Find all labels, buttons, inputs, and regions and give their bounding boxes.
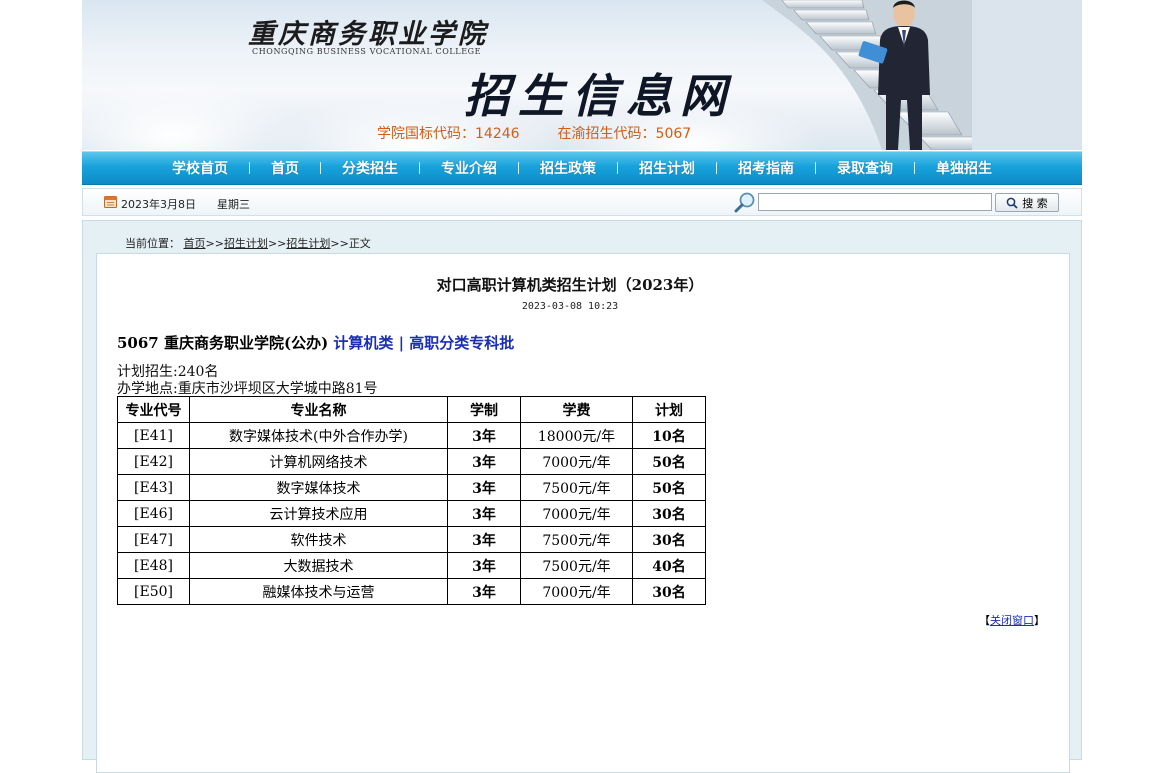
national-code: 学院国标代码：14246: [377, 126, 520, 142]
nav-item-plan[interactable]: 招生计划: [618, 158, 716, 178]
calendar-icon: [104, 196, 117, 208]
search-input[interactable]: [758, 193, 992, 211]
table-header-row: 专业代号 专业名称 学制 学费 计划: [117, 396, 706, 423]
quota-cell: 40名: [632, 552, 706, 579]
column-header: 计划: [632, 396, 706, 423]
duration-cell: 3年: [447, 500, 521, 527]
duration-cell: 3年: [447, 578, 521, 605]
nav-item-independent-admission[interactable]: 单独招生: [915, 158, 1013, 178]
search-button[interactable]: 搜 索: [995, 193, 1059, 212]
nav-item-home[interactable]: 首页: [250, 158, 320, 178]
table-row: [E48] 大数据技术 3年 7500元/年 40名: [117, 552, 706, 579]
breadcrumb-prefix: 当前位置：: [125, 237, 180, 250]
college-codes: 学院国标代码：14246 在渝招生代码：5067: [377, 123, 729, 143]
current-date: 2023年3月8日: [121, 198, 196, 211]
majors-table: 专业代号 专业名称 学制 学费 计划 [E41] 数字媒体技术(中外合作办学) 3年…: [117, 396, 706, 605]
breadcrumb-current: 正文: [348, 237, 371, 250]
bracket-right: 】: [1034, 614, 1045, 627]
major-name-cell: 计算机网络技术: [189, 448, 448, 475]
close-window-link-wrapper: 【关闭窗口】: [979, 612, 1045, 628]
major-name-cell: 大数据技术: [189, 552, 448, 579]
quota-cell: 30名: [632, 500, 706, 527]
campus-address: 办学地点:重庆市沙坪坝区大学城中路81号: [117, 381, 378, 397]
table-row: [E50] 融媒体技术与运营 3年 7000元/年 30名: [117, 578, 706, 605]
search-button-label: 搜 索: [1022, 196, 1048, 210]
current-weekday: 星期三: [217, 198, 250, 211]
major-code-cell: [E48]: [117, 552, 190, 579]
college-name: 重庆商务职业学院: [248, 19, 488, 50]
page-wrapper: 重庆商务职业学院 CHONGQING BUSINESS VOCATIONAL C…: [82, 0, 1082, 773]
tuition-cell: 7500元/年: [520, 526, 633, 553]
date-search-bar: 2023年3月8日 星期三 搜 索: [82, 188, 1082, 216]
tuition-cell: 7000元/年: [520, 448, 633, 475]
nav-item-policy[interactable]: 招生政策: [519, 158, 617, 178]
breadcrumb-separator: >>: [330, 237, 349, 250]
quota-cell: 10名: [632, 422, 706, 449]
major-name-cell: 云计算技术应用: [189, 500, 448, 527]
tuition-cell: 18000元/年: [520, 422, 633, 449]
content-area: 当前位置： 首页>>招生计划>>招生计划>>正文 对口高职计算机类招生计划（20…: [82, 220, 1082, 773]
major-code-cell: [E43]: [117, 474, 190, 501]
article-datetime: 2023-03-08 10:23: [521, 301, 619, 312]
nav-item-guide[interactable]: 招考指南: [717, 158, 815, 178]
duration-cell: 3年: [447, 422, 521, 449]
duration-cell: 3年: [447, 474, 521, 501]
businessman-illustration: [858, 0, 930, 150]
table-row: [E47] 软件技术 3年 7500元/年 30名: [117, 526, 706, 553]
column-header: 专业名称: [189, 396, 448, 423]
tuition-cell: 7500元/年: [520, 474, 633, 501]
quota-cell: 50名: [632, 448, 706, 475]
table-row: [E42] 计算机网络技术 3年 7000元/年 50名: [117, 448, 706, 475]
table-row: [E41] 数字媒体技术(中外合作办学) 3年 18000元/年 10名: [117, 422, 706, 449]
major-name-cell: 融媒体技术与运营: [189, 578, 448, 605]
search-icon: [1006, 197, 1018, 209]
major-name-cell: 软件技术: [189, 526, 448, 553]
magnifier-icon: [734, 192, 755, 213]
article-title: 对口高职计算机类招生计划（2023年）: [436, 276, 704, 294]
breadcrumb-separator: >>: [267, 237, 287, 250]
breadcrumb-link-home[interactable]: 首页: [184, 237, 206, 250]
column-header: 学制: [447, 396, 521, 423]
table-row: [E46] 云计算技术应用 3年 7000元/年 30名: [117, 500, 706, 527]
table-body: [E41] 数字媒体技术(中外合作办学) 3年 18000元/年 10名 [E42] 计算机…: [117, 422, 706, 605]
nav-item-school-home[interactable]: 学校首页: [151, 158, 249, 178]
school-heading: 5067 重庆商务职业学院(公办) 计算机类 | 高职分类专科批: [117, 332, 514, 353]
school-name: 5067 重庆商务职业学院(公办): [117, 334, 329, 352]
column-header: 专业代号: [117, 396, 190, 423]
site-title: 招生信息网: [464, 69, 734, 123]
column-header: 学费: [520, 396, 633, 423]
breadcrumb-separator: >>: [205, 237, 224, 250]
table-row: [E43] 数字媒体技术 3年 7500元/年 50名: [117, 474, 706, 501]
major-code-cell: [E46]: [117, 500, 190, 527]
close-window-link[interactable]: 关闭窗口: [990, 614, 1034, 627]
major-code-cell: [E47]: [117, 526, 190, 553]
nav-item-classified-admission[interactable]: 分类招生: [321, 158, 419, 178]
quota-cell: 50名: [632, 474, 706, 501]
main-nav: 学校首页 首页 分类招生 专业介绍 招生政策 招生计划 招考指南 录取查询 单独…: [82, 151, 1082, 185]
article-panel: 对口高职计算机类招生计划（2023年） 2023-03-08 10:23 506…: [96, 253, 1070, 773]
nav-item-majors[interactable]: 专业介绍: [420, 158, 518, 178]
tuition-cell: 7500元/年: [520, 552, 633, 579]
local-code: 在渝招生代码：5067: [557, 126, 692, 142]
duration-cell: 3年: [447, 448, 521, 475]
header-banner: 重庆商务职业学院 CHONGQING BUSINESS VOCATIONAL C…: [82, 0, 1082, 150]
nav-item-admission-query[interactable]: 录取查询: [816, 158, 914, 178]
duration-cell: 3年: [447, 552, 521, 579]
quota-cell: 30名: [632, 578, 706, 605]
breadcrumb-link-plan-sub[interactable]: 招生计划: [286, 237, 330, 250]
major-name-cell: 数字媒体技术: [189, 474, 448, 501]
duration-cell: 3年: [447, 526, 521, 553]
major-code-cell: [E50]: [117, 578, 190, 605]
breadcrumb-link-plan[interactable]: 招生计划: [224, 237, 268, 250]
major-code-cell: [E42]: [117, 448, 190, 475]
major-code-cell: [E41]: [117, 422, 190, 449]
tuition-cell: 7000元/年: [520, 500, 633, 527]
category-batch: 计算机类 | 高职分类专科批: [333, 334, 515, 352]
major-name-cell: 数字媒体技术(中外合作办学): [189, 422, 448, 449]
quota-cell: 30名: [632, 526, 706, 553]
bracket-left: 【: [979, 614, 990, 627]
college-name-english: CHONGQING BUSINESS VOCATIONAL COLLEGE: [252, 47, 482, 56]
tuition-cell: 7000元/年: [520, 578, 633, 605]
breadcrumb: 当前位置： 首页>>招生计划>>招生计划>>正文: [125, 235, 371, 251]
